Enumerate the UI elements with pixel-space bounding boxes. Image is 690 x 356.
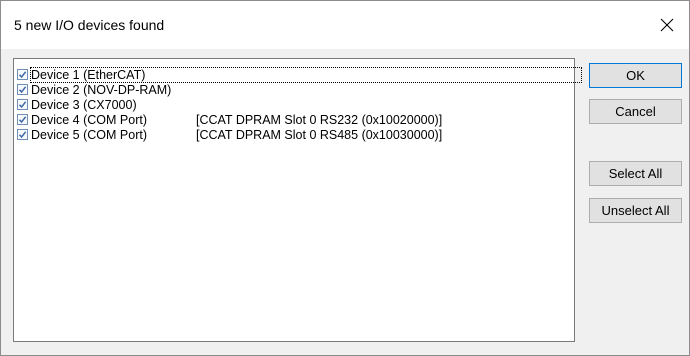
device-item[interactable]: Device 2 (NOV-DP-RAM) xyxy=(17,82,196,97)
device-checkbox[interactable] xyxy=(17,99,28,110)
dialog-window: 5 new I/O devices found Device 1 (EtherC… xyxy=(0,0,690,356)
device-item[interactable]: Device 5 (COM Port) [CCAT DPRAM Slot 0 R… xyxy=(17,127,442,142)
device-list[interactable]: Device 1 (EtherCAT) Device 2 (NOV-DP-RAM… xyxy=(13,58,582,342)
unselect-all-button[interactable]: Unselect All xyxy=(589,198,682,223)
dialog-title: 5 new I/O devices found xyxy=(14,17,165,33)
device-item[interactable]: Device 1 (EtherCAT) xyxy=(17,66,582,83)
checkmark-icon xyxy=(18,116,27,124)
select-all-button[interactable]: Select All xyxy=(589,161,682,186)
title-bar: 5 new I/O devices found xyxy=(1,1,689,49)
close-button[interactable] xyxy=(645,1,689,49)
close-icon xyxy=(660,18,674,32)
device-checkbox[interactable] xyxy=(17,69,28,80)
device-checkbox[interactable] xyxy=(17,129,28,140)
device-item[interactable]: Device 3 (CX7000) xyxy=(17,97,196,112)
device-detail: [CCAT DPRAM Slot 0 RS485 (0x10030000)] xyxy=(196,127,443,142)
device-name: Device 5 (COM Port) xyxy=(31,127,147,142)
device-name: Device 1 (EtherCAT) xyxy=(30,66,582,83)
ok-button[interactable]: OK xyxy=(589,63,682,88)
device-name: Device 4 (COM Port) xyxy=(31,112,147,127)
device-item[interactable]: Device 4 (COM Port) [CCAT DPRAM Slot 0 R… xyxy=(17,112,442,127)
device-checkbox[interactable] xyxy=(17,114,28,125)
checkmark-icon xyxy=(18,86,27,94)
device-name: Device 2 (NOV-DP-RAM) xyxy=(31,82,172,97)
checkmark-icon xyxy=(18,131,27,139)
device-name: Device 3 (CX7000) xyxy=(31,97,137,112)
checkmark-icon xyxy=(18,71,27,79)
cancel-button[interactable]: Cancel xyxy=(589,99,682,124)
checkmark-icon xyxy=(18,101,27,109)
device-checkbox[interactable] xyxy=(17,84,28,95)
device-detail: [CCAT DPRAM Slot 0 RS232 (0x10020000)] xyxy=(196,112,443,127)
